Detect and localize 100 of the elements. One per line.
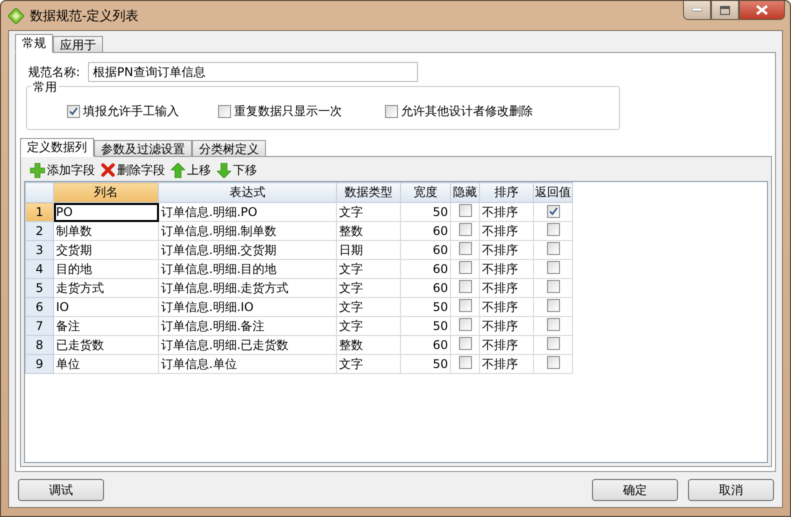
checkbox[interactable] xyxy=(458,337,472,350)
row-header[interactable]: 6 xyxy=(26,298,54,316)
checkbox[interactable] xyxy=(546,261,560,274)
checkbox[interactable] xyxy=(546,318,560,331)
table-cell: 不排序 xyxy=(480,354,534,374)
window-title: 数据规范-定义列表 xyxy=(30,8,139,24)
table-cell: 已走货数 xyxy=(54,336,158,354)
tab[interactable]: 分类树定义 xyxy=(192,140,266,156)
checkbox[interactable] xyxy=(458,223,472,236)
table-cell: 订单信息.明细.PO xyxy=(158,202,336,222)
cancel-button[interactable]: 取消 xyxy=(688,479,774,501)
table-cell: 50 xyxy=(400,298,450,316)
checkbox-label: 填报允许手工输入 xyxy=(83,102,179,120)
column-header[interactable]: 宽度 xyxy=(400,182,450,202)
table-cell: 文字 xyxy=(336,316,400,336)
checkbox[interactable] xyxy=(218,104,231,118)
column-header[interactable]: 隐藏 xyxy=(450,182,480,202)
toolbar-button[interactable]: 添加字段 xyxy=(30,162,95,178)
table-cell: 订单信息.明细.IO xyxy=(158,298,336,316)
checkbox[interactable] xyxy=(546,337,560,350)
row-header[interactable]: 4 xyxy=(26,260,54,278)
table-cell: 不排序 xyxy=(480,278,534,298)
table-cell: 不排序 xyxy=(480,222,534,240)
table-cell: 不排序 xyxy=(480,260,534,278)
table-cell: 订单信息.单位 xyxy=(158,354,336,374)
tab[interactable]: 参数及过滤设置 xyxy=(94,140,192,156)
toolbar-button[interactable]: 删除字段 xyxy=(101,162,165,178)
table-cell: 订单信息.明细.交货期 xyxy=(158,240,336,260)
checkbox[interactable] xyxy=(546,299,560,312)
checkbox[interactable] xyxy=(546,280,560,293)
minimize-icon xyxy=(692,8,702,12)
checkbox[interactable] xyxy=(458,261,472,274)
checkbox-label: 重复数据只显示一次 xyxy=(234,102,342,120)
app-icon xyxy=(8,8,24,24)
checkbox[interactable] xyxy=(546,223,560,236)
checkbox[interactable] xyxy=(546,205,560,218)
checkbox[interactable] xyxy=(458,318,472,331)
table-cell: 50 xyxy=(400,316,450,336)
name-field[interactable]: 根据PN查询订单信息 xyxy=(88,62,418,82)
table-cell: 60 xyxy=(400,336,450,354)
checkbox-label: 允许其他设计者修改删除 xyxy=(401,102,533,120)
row-header[interactable]: 1 xyxy=(26,202,54,222)
checkbox[interactable] xyxy=(546,356,560,369)
up-arrow-icon xyxy=(171,162,185,178)
table-cell: 50 xyxy=(400,202,450,222)
table-cell: 走货方式 xyxy=(54,278,158,298)
checkbox[interactable] xyxy=(458,280,472,293)
field-label: 规范名称: xyxy=(28,64,80,80)
table-cell: IO xyxy=(54,298,158,316)
column-header[interactable]: 数据类型 xyxy=(336,182,400,202)
debug-button[interactable]: 调试 xyxy=(18,479,104,501)
row-header[interactable]: 9 xyxy=(26,354,54,374)
table-cell: 不排序 xyxy=(480,298,534,316)
table-cell: 文字 xyxy=(336,202,400,222)
row-header[interactable]: 3 xyxy=(26,240,54,260)
table-cell: 交货期 xyxy=(54,240,158,260)
column-header[interactable]: 列名 xyxy=(54,182,158,202)
table-cell: 文字 xyxy=(336,354,400,374)
table-cell: 文字 xyxy=(336,298,400,316)
column-header[interactable]: 排序 xyxy=(480,182,534,202)
checkbox[interactable] xyxy=(67,104,80,118)
ok-button[interactable]: 确定 xyxy=(592,479,678,501)
table-cell: 60 xyxy=(400,222,450,240)
table-cell: 订单信息.明细.走货方式 xyxy=(158,278,336,298)
table-cell: 不排序 xyxy=(480,316,534,336)
close-icon xyxy=(756,5,768,15)
checkbox[interactable] xyxy=(546,242,560,255)
checkbox[interactable] xyxy=(458,299,472,312)
table-cell: 60 xyxy=(400,260,450,278)
close-button[interactable] xyxy=(739,1,785,20)
checkbox[interactable] xyxy=(458,356,472,369)
table-cell: 订单信息.明细.备注 xyxy=(158,316,336,336)
toolbar-button[interactable]: 下移 xyxy=(217,162,257,178)
column-header[interactable]: 表达式 xyxy=(158,182,336,202)
maximize-icon xyxy=(720,6,730,14)
checkbox[interactable] xyxy=(458,242,472,255)
row-header[interactable]: 7 xyxy=(26,316,54,336)
table-cell: 50 xyxy=(400,354,450,374)
table-cell: 订单信息.明细.制单数 xyxy=(158,222,336,240)
corner-header xyxy=(26,182,54,202)
plus-icon xyxy=(30,162,45,178)
minimize-button[interactable] xyxy=(683,1,711,20)
table-cell: 不排序 xyxy=(480,202,534,222)
tab[interactable]: 应用于 xyxy=(53,36,103,52)
row-header[interactable]: 8 xyxy=(26,336,54,354)
maximize-button[interactable] xyxy=(711,1,739,20)
row-header[interactable]: 5 xyxy=(26,278,54,298)
toolbar-button[interactable]: 上移 xyxy=(171,162,211,178)
tab[interactable]: 常规 xyxy=(15,34,53,53)
table-cell: 整数 xyxy=(336,222,400,240)
checkbox[interactable] xyxy=(385,104,398,118)
table-cell: 单位 xyxy=(54,354,158,374)
column-header[interactable]: 返回值 xyxy=(534,182,572,202)
checkbox[interactable] xyxy=(458,204,472,217)
table-cell: PO xyxy=(54,202,158,222)
tab[interactable]: 定义数据列 xyxy=(20,138,94,157)
table-cell: 日期 xyxy=(336,240,400,260)
row-header[interactable]: 2 xyxy=(26,222,54,240)
table-cell: 不排序 xyxy=(480,240,534,260)
table-cell: 文字 xyxy=(336,278,400,298)
